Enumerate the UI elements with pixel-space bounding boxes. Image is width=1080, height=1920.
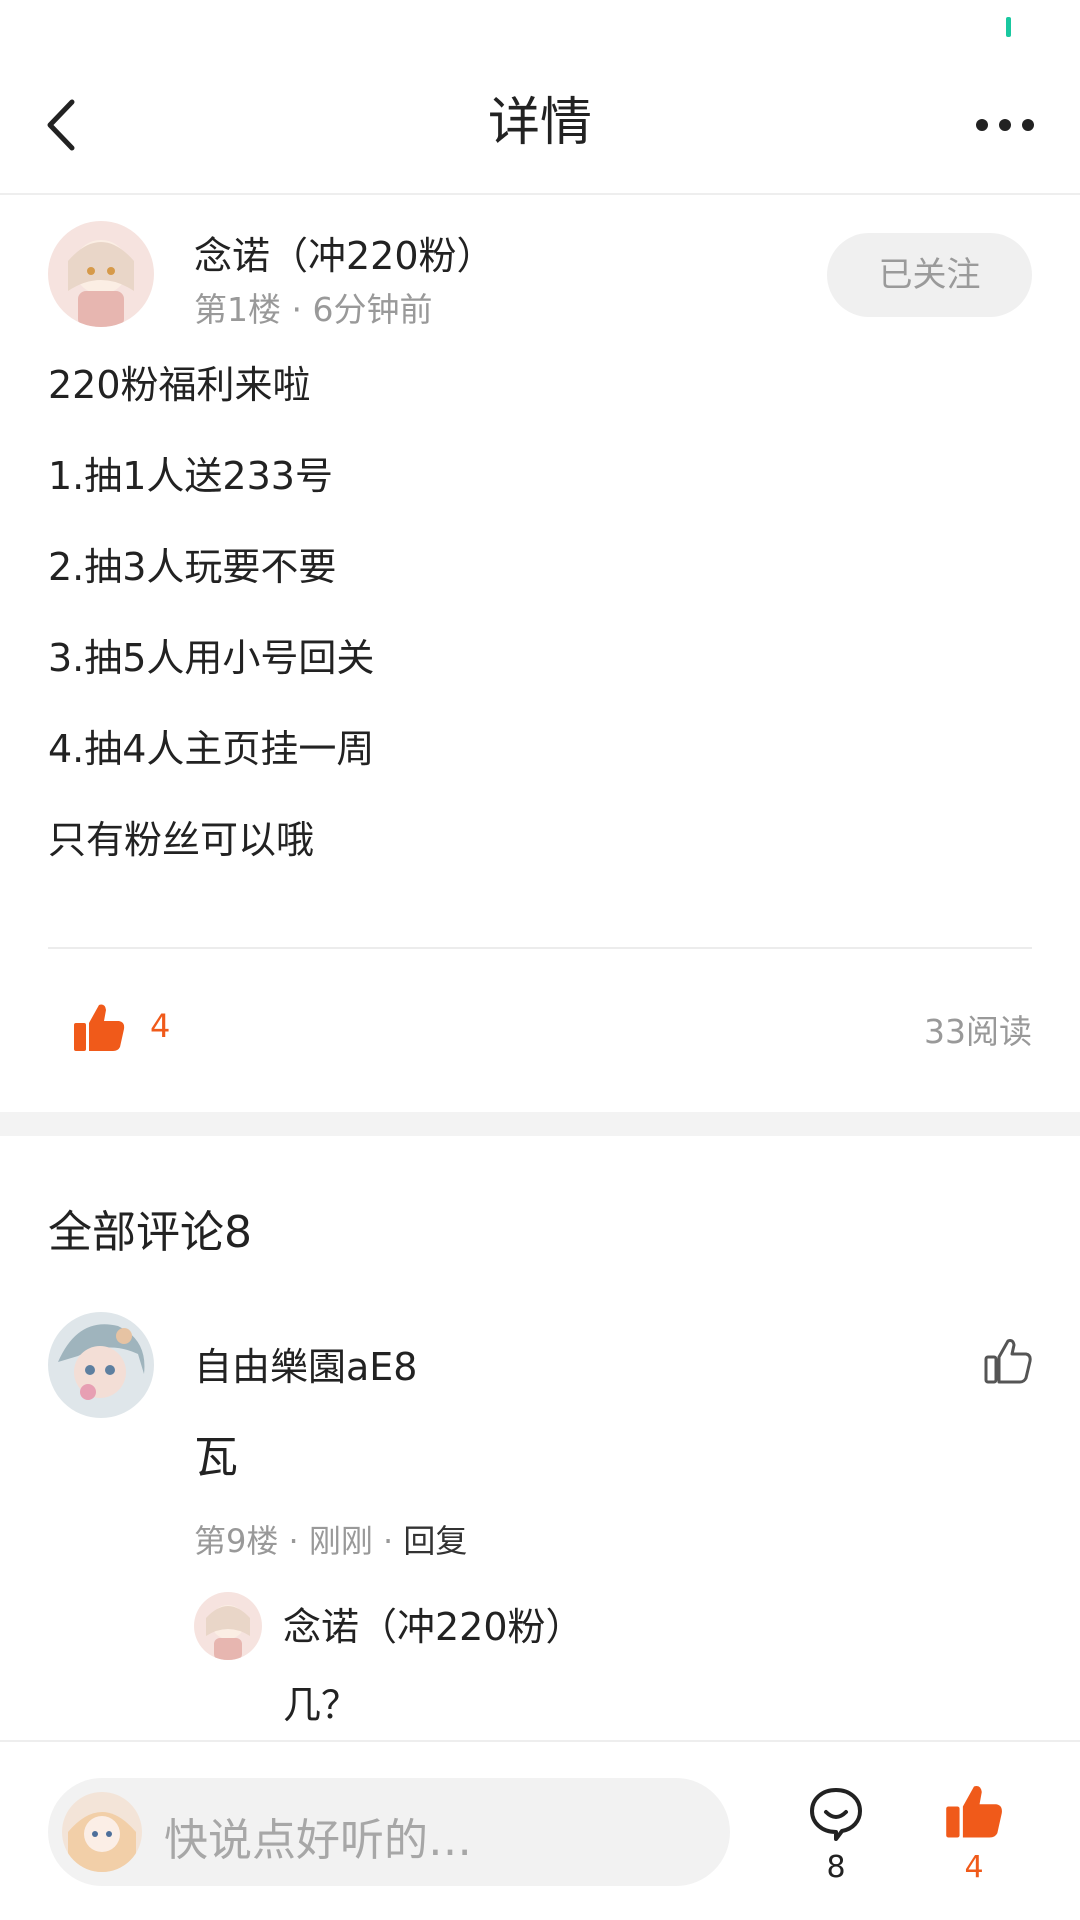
post-line: 只有粉丝可以哦 — [48, 818, 315, 862]
post-line: 2.抽3人玩要不要 — [48, 545, 337, 589]
section-divider — [0, 1112, 1080, 1136]
status-indicator — [1006, 17, 1011, 37]
divider — [48, 947, 1032, 949]
reply-text: 几？ — [283, 1683, 360, 1727]
commenter-avatar[interactable] — [48, 1312, 154, 1418]
author-name[interactable]: 念诺（冲220粉） — [194, 225, 495, 280]
comment-meta: 第9楼 · 刚刚 · 回复 — [194, 1516, 467, 1562]
page-title: 详情 — [487, 93, 592, 153]
comments-title: 全部评论8 — [48, 1207, 252, 1258]
read-count: 33阅读 — [924, 1012, 1032, 1051]
bottom-action-bar: 快说点好听的… 8 4 — [0, 1740, 1080, 1920]
comment-bubble-icon — [810, 1788, 862, 1841]
post-content: 220粉福利来啦 1.抽1人送233号 2.抽3人玩要不要 3.抽5人用小号回关… — [48, 350, 1028, 896]
comments-button[interactable] — [806, 1784, 866, 1844]
thumbs-up-outline-icon — [984, 1339, 1032, 1384]
post-line: 3.抽5人用小号回关 — [48, 636, 375, 680]
reply-author-name[interactable]: 念诺（冲220粉） — [283, 1596, 584, 1651]
thumbs-up-icon — [946, 1785, 1002, 1838]
bottom-like-button[interactable] — [944, 1782, 1004, 1842]
comment-like-button[interactable] — [983, 1336, 1033, 1386]
input-placeholder: 快说点好听的… — [164, 1815, 472, 1866]
reply-button[interactable]: 回复 — [403, 1522, 467, 1560]
post-like-button[interactable] — [72, 1001, 126, 1055]
comment-input[interactable]: 快说点好听的… — [48, 1778, 730, 1886]
more-button[interactable] — [970, 100, 1040, 150]
post-line: 220粉福利来啦 — [48, 363, 311, 407]
post-line: 1.抽1人送233号 — [48, 454, 333, 498]
status-bar — [0, 0, 1080, 60]
top-nav-bar: 详情 — [0, 60, 1080, 195]
post-meta: 第1楼 · 6分钟前 — [194, 290, 433, 329]
author-avatar[interactable] — [48, 221, 154, 327]
comment-meta-text: 第9楼 · 刚刚 · — [194, 1522, 404, 1560]
more-dots-icon — [976, 119, 1034, 131]
commenter-name[interactable]: 自由樂園aE8 — [194, 1336, 417, 1391]
reply-avatar[interactable] — [194, 1592, 262, 1660]
post-line: 4.抽4人主页挂一周 — [48, 727, 375, 771]
bottom-like-count: 4 — [964, 1850, 984, 1885]
comment-count: 8 — [826, 1850, 846, 1885]
my-avatar — [62, 1792, 142, 1872]
thumbs-up-icon — [74, 1004, 125, 1051]
follow-button[interactable]: 已关注 — [827, 233, 1032, 317]
comment-text: 瓦 — [194, 1432, 238, 1483]
post-like-count: 4 — [150, 1007, 171, 1045]
